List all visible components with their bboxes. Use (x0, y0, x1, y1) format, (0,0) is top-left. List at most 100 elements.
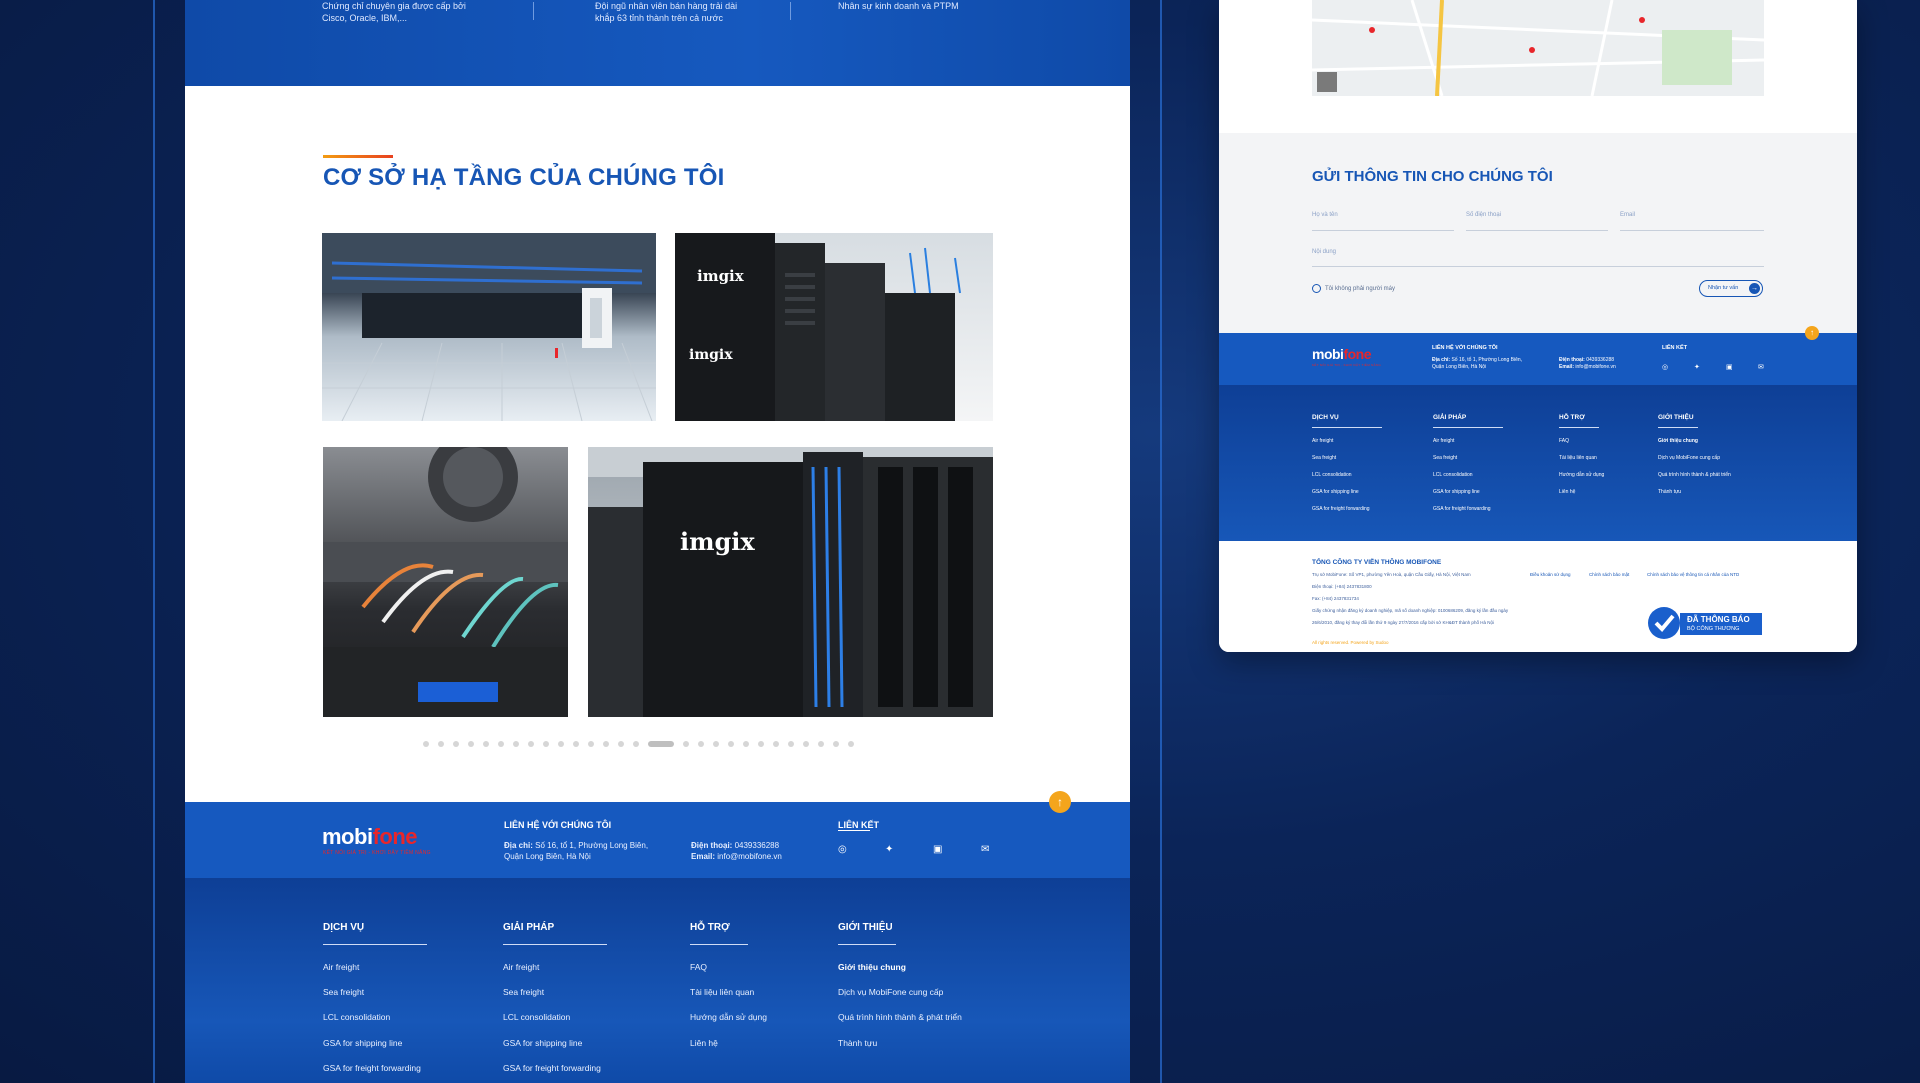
email-input[interactable]: Email (1620, 212, 1635, 218)
mobifone-logo[interactable]: mobifone (1312, 346, 1372, 362)
carousel-dot[interactable] (818, 741, 824, 747)
carousel-dot[interactable] (513, 741, 519, 747)
twitter-icon[interactable]: ✦ (1694, 363, 1700, 371)
footer-link[interactable]: Hướng dẫn sử dụng (690, 1012, 767, 1022)
footer-link[interactable]: Giới thiệu chung (1658, 438, 1698, 444)
carousel-dot[interactable] (438, 741, 444, 747)
carousel-dot[interactable] (683, 741, 689, 747)
footer-link[interactable]: Sea freight (323, 987, 364, 997)
footer-link[interactable]: Tài liệu liên quan (1559, 455, 1597, 461)
carousel-dot[interactable] (633, 741, 639, 747)
carousel-dot[interactable] (728, 741, 734, 747)
carousel-dot-active[interactable] (648, 741, 674, 747)
footer-link[interactable]: Air freight (323, 962, 359, 972)
mail-icon[interactable]: ✉ (1758, 363, 1764, 371)
terms-link[interactable]: Điều khoản sử dụng (1530, 572, 1571, 577)
carousel-dot[interactable] (528, 741, 534, 747)
carousel-dot[interactable] (543, 741, 549, 747)
footer-link[interactable]: Air freight (1312, 438, 1333, 444)
footer-link[interactable]: Thành tựu (838, 1038, 877, 1048)
footer-link[interactable]: GSA for freight forwarding (503, 1063, 601, 1073)
facebook-icon[interactable]: ▣ (1726, 363, 1733, 371)
footer-link[interactable]: Thành tựu (1658, 489, 1681, 495)
instagram-icon[interactable]: ◎ (838, 844, 847, 855)
carousel-dot[interactable] (743, 741, 749, 747)
twitter-icon[interactable]: ✦ (885, 844, 893, 855)
footer-link[interactable]: LCL consolidation (323, 1012, 390, 1022)
footer-link[interactable]: Dịch vụ MobiFone cung cấp (1658, 455, 1720, 461)
datacenter-hall-photo (322, 233, 656, 421)
logo-tagline: KẾT NỐI GIÁ TRỊ - KHƠI DẬY TIỀM NĂNG (1312, 363, 1381, 367)
carousel-dot[interactable] (588, 741, 594, 747)
ministry-badge[interactable]: ĐÃ THÔNG BÁO BỘ CÔNG THƯƠNG (1647, 606, 1764, 640)
carousel-dot[interactable] (558, 741, 564, 747)
carousel-dot[interactable] (603, 741, 609, 747)
carousel-dot[interactable] (698, 741, 704, 747)
logo-tagline: KẾT NỐI GIÁ TRỊ - KHƠI DẬY TIỀM NĂNG (323, 850, 431, 856)
footer-link[interactable]: Sea freight (1312, 455, 1336, 461)
carousel-dot[interactable] (573, 741, 579, 747)
instagram-icon[interactable]: ◎ (1662, 363, 1668, 371)
scroll-top-button[interactable]: ↑ (1805, 326, 1819, 340)
message-input[interactable]: Nội dung (1312, 249, 1336, 255)
footer-link[interactable]: Sea freight (1433, 455, 1457, 461)
privacy-link[interactable]: Chính sách bảo mật (1589, 572, 1629, 577)
contact-address: Địa chỉ: Số 16, tổ 1, Phường Long Biên, Q… (1432, 357, 1523, 370)
footer-link[interactable]: Hướng dẫn sử dụng (1559, 472, 1604, 478)
facebook-icon[interactable]: ▣ (933, 844, 942, 855)
carousel-dot[interactable] (483, 741, 489, 747)
footer-link[interactable]: Liên hệ (1559, 489, 1575, 495)
footer-link[interactable]: Dịch vụ MobiFone cung cấp (838, 987, 943, 997)
carousel-dot[interactable] (848, 741, 854, 747)
carousel-dot[interactable] (453, 741, 459, 747)
footer-link[interactable]: GSA for freight forwarding (1433, 506, 1491, 512)
footer-link[interactable]: GSA for shipping line (1312, 489, 1359, 495)
company-line: Fax: (+84) 2437831734 (1312, 596, 1359, 601)
mail-icon[interactable]: ✉ (981, 844, 989, 855)
footer-link[interactable]: Liên hệ (690, 1038, 718, 1048)
carousel-dot[interactable] (618, 741, 624, 747)
consumer-data-link[interactable]: Chính sách bảo vệ thông tin cá nhân của … (1647, 572, 1739, 577)
carousel-dot[interactable] (773, 741, 779, 747)
footer-link[interactable]: LCL consolidation (1433, 472, 1473, 478)
footer-link[interactable]: GSA for shipping line (323, 1038, 402, 1048)
copyright: All rights reserved. Powered by Sudoo (1312, 640, 1389, 645)
mobifone-logo[interactable]: mobifone (322, 824, 418, 850)
footer-link[interactable]: GSA for freight forwarding (323, 1063, 421, 1073)
footer-link[interactable]: Quá trình hình thành & phát triển (1658, 472, 1731, 478)
phone-input[interactable]: Số điện thoại (1466, 212, 1501, 218)
carousel-dot[interactable] (833, 741, 839, 747)
footer-link[interactable]: GSA for shipping line (503, 1038, 582, 1048)
links-title: LIÊN KẾT (1662, 345, 1688, 351)
footer-link[interactable]: LCL consolidation (503, 1012, 570, 1022)
carousel-dots[interactable] (423, 741, 854, 747)
footer-link[interactable]: Air freight (1433, 438, 1454, 444)
submit-button[interactable]: Nhận tư vấn → (1699, 280, 1763, 297)
footer-link[interactable]: Quá trình hình thành & phát triển (838, 1012, 962, 1022)
carousel-dot[interactable] (423, 741, 429, 747)
name-input[interactable]: Họ và tên (1312, 212, 1338, 218)
footer-link[interactable]: FAQ (1559, 438, 1569, 444)
footer-heading-underline (503, 944, 607, 945)
carousel-dot[interactable] (468, 741, 474, 747)
footer-link[interactable]: GSA for freight forwarding (1312, 506, 1370, 512)
captcha-checkbox[interactable] (1312, 284, 1321, 293)
scroll-top-button[interactable]: ↑ (1049, 791, 1071, 813)
footer-heading-services: DỊCH VỤ (323, 922, 365, 933)
footer-link[interactable]: FAQ (690, 962, 707, 972)
carousel-dot[interactable] (803, 741, 809, 747)
footer-link[interactable]: Air freight (503, 962, 539, 972)
carousel-dot[interactable] (498, 741, 504, 747)
links-underline (838, 830, 870, 831)
carousel-dot[interactable] (788, 741, 794, 747)
footer-link[interactable]: Sea freight (503, 987, 544, 997)
footer-heading-underline (690, 944, 748, 945)
footer-link[interactable]: LCL consolidation (1312, 472, 1352, 478)
carousel-dot[interactable] (713, 741, 719, 747)
carousel-dot[interactable] (758, 741, 764, 747)
location-map[interactable] (1312, 0, 1764, 96)
footer-link[interactable]: Giới thiệu chung (838, 962, 906, 972)
footer-link[interactable]: GSA for shipping line (1433, 489, 1480, 495)
footer-heading-support: HỖ TRỢ (1559, 414, 1585, 421)
footer-link[interactable]: Tài liệu liên quan (690, 987, 754, 997)
